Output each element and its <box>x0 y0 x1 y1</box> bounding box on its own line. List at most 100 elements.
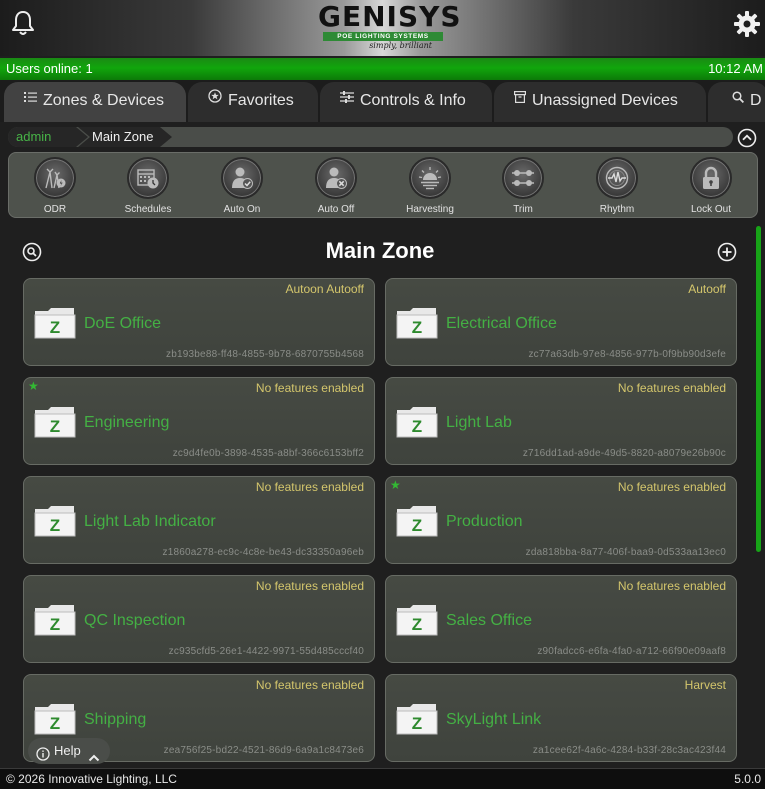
info-icon <box>36 744 50 770</box>
breadcrumb-root[interactable]: admin <box>8 127 88 147</box>
zone-features-text: No features enabled <box>255 480 364 494</box>
toolbar-label: Rhythm <box>599 204 635 215</box>
collapse-chevron-up-icon[interactable] <box>737 128 757 148</box>
tab-favorites[interactable]: Favorites <box>188 82 318 122</box>
zone-features-text: No features enabled <box>617 381 726 395</box>
zone-content: Main Zone Autoon Autooff Z DoE Office zb193… <box>0 222 765 767</box>
tab-search-devices[interactable]: D <box>708 82 765 122</box>
zone-id: z90fadcc6-e6fa-4fa0-a712-66f90e09aaf8 <box>537 646 726 657</box>
zone-name: DoE Office <box>84 315 162 332</box>
zone-features-text: No features enabled <box>255 579 364 593</box>
zone-features-text: No features enabled <box>255 381 364 395</box>
zone-folder-icon: Z <box>34 307 76 339</box>
zone-title: Main Zone <box>325 238 435 263</box>
copyright-text: © 2026 Innovative Lighting, LLC <box>6 772 177 786</box>
zone-folder-icon: Z <box>34 505 76 537</box>
zone-folder-icon: Z <box>396 703 438 735</box>
zone-card[interactable]: No features enabled Z Light Lab Indicator z… <box>23 476 375 564</box>
zone-card[interactable]: Autooff Z Electrical Office zc77a63db-97e8-… <box>385 278 737 366</box>
vertical-scrollbar[interactable] <box>756 226 761 552</box>
zone-id: z716dd1ad-a9de-49d5-8820-a8079e26b90c <box>522 448 726 459</box>
zone-name: Shipping <box>84 711 147 728</box>
help-button[interactable]: Help <box>28 738 110 764</box>
tab-label: D <box>750 92 762 109</box>
folder-letter: Z <box>412 714 422 733</box>
zone-card[interactable]: ★ No features enabled Z Production zda818bba… <box>385 476 737 564</box>
add-zone-plus-icon[interactable] <box>717 242 737 262</box>
settings-gear-icon[interactable] <box>733 10 761 38</box>
zone-folder-icon: Z <box>34 406 76 438</box>
zone-card[interactable]: No features enabled Z QC Inspection zc935cf… <box>23 575 375 663</box>
zone-features-text: No features enabled <box>617 480 726 494</box>
favorite-star-icon[interactable]: ★ <box>28 379 39 393</box>
star-circle-icon <box>208 82 222 118</box>
toolbar-trim-button[interactable]: Trim <box>478 155 568 217</box>
zone-id: zc9d4fe0b-3898-4535-a8bf-366c6153bff2 <box>172 448 364 459</box>
tab-label: Zones & Devices <box>43 92 164 109</box>
toolbar-label: Harvesting <box>406 204 454 215</box>
logo-tagline: simply, brilliant <box>369 41 432 50</box>
toolbar-auto-off-button[interactable]: Auto Off <box>291 155 381 217</box>
zone-id: zb193be88-ff48-4855-9b78-6870755b4568 <box>166 349 364 360</box>
breadcrumb-current[interactable]: Main Zone <box>78 127 172 147</box>
zone-card[interactable]: Autoon Autooff Z DoE Office zb193be88-ff48-… <box>23 278 375 366</box>
box-icon <box>514 82 527 118</box>
rhythm-icon <box>596 157 638 199</box>
folder-letter: Z <box>412 615 422 634</box>
zone-features-text: No features enabled <box>617 579 726 593</box>
odr-icon <box>34 157 76 199</box>
breadcrumb: admin Main Zone <box>8 127 733 147</box>
status-bar: Users online: 1 10:12 AM <box>0 58 765 80</box>
toolbar-label: Auto Off <box>317 204 355 215</box>
zone-id: zda818bba-8a77-406f-baa9-0d533aa13ec0 <box>525 547 726 558</box>
toolbar-odr-button[interactable]: ODR <box>10 155 100 217</box>
zone-card[interactable]: ★ No features enabled Z Engineering zc9d4fe0… <box>23 377 375 465</box>
favorite-star-icon[interactable]: ★ <box>390 478 401 492</box>
zone-features-text: Autooff <box>688 282 726 296</box>
folder-letter: Z <box>50 714 60 733</box>
zone-name: Light Lab <box>446 414 512 431</box>
tab-zones-devices[interactable]: Zones & Devices <box>4 82 186 122</box>
zone-id: zc935cfd5-26e1-4422-9971-55d485cccf40 <box>168 646 364 657</box>
toolbar-rhythm-button[interactable]: Rhythm <box>572 155 662 217</box>
zone-name: Sales Office <box>446 612 532 629</box>
folder-letter: Z <box>50 318 60 337</box>
sunrise-icon <box>409 157 451 199</box>
zone-name: Engineering <box>84 414 170 431</box>
zone-features-text: Autoon Autooff <box>285 282 364 296</box>
folder-letter: Z <box>50 417 60 436</box>
toolbar-harvesting-button[interactable]: Harvesting <box>385 155 475 217</box>
zone-folder-icon: Z <box>34 703 76 735</box>
tab-label: Favorites <box>228 92 294 109</box>
tab-controls-info[interactable]: Controls & Info <box>320 82 492 122</box>
users-online-text: Users online: 1 <box>6 61 93 76</box>
toolbar-label: ODR <box>43 204 67 215</box>
logo-wordmark: GENISYS <box>318 0 462 33</box>
tab-label: Unassigned Devices <box>532 92 678 109</box>
toolbar-lock-out-button[interactable]: Lock Out <box>666 155 756 217</box>
zone-features-text: No features enabled <box>255 678 364 692</box>
folder-letter: Z <box>50 516 60 535</box>
toolbar-schedules-button[interactable]: Schedules <box>103 155 193 217</box>
tab-unassigned-devices[interactable]: Unassigned Devices <box>494 82 706 122</box>
list-icon <box>24 82 37 118</box>
toolbar-auto-on-button[interactable]: Auto On <box>197 155 287 217</box>
folder-letter: Z <box>412 417 422 436</box>
zone-card[interactable]: Harvest Z SkyLight Link za1cee62f-4a6c-4284… <box>385 674 737 762</box>
zone-id: z1860a278-ec9c-4c8e-be43-dc33350a96eb <box>162 547 364 558</box>
toolbar-label: Schedules <box>124 204 172 215</box>
zone-features-text: Harvest <box>684 678 726 692</box>
zone-id: za1cee62f-4a6c-4284-b33f-28c3ac423f44 <box>532 745 726 756</box>
clock-text: 10:12 AM <box>708 61 763 76</box>
zone-card[interactable]: No features enabled Z Sales Office z90fadcc… <box>385 575 737 663</box>
help-label: Help <box>54 743 81 758</box>
zone-folder-icon: Z <box>34 604 76 636</box>
zone-folder-icon: Z <box>396 307 438 339</box>
tab-bar: Zones & Devices Favorites Controls & Inf… <box>0 80 765 122</box>
zone-folder-icon: Z <box>396 406 438 438</box>
zone-id: zea756f25-bd22-4521-86d9-6a9a1c8473e6 <box>163 745 364 756</box>
folder-letter: Z <box>50 615 60 634</box>
notifications-bell-icon[interactable] <box>8 8 38 38</box>
sliders-icon <box>340 82 354 118</box>
zone-card[interactable]: No features enabled Z Light Lab z716dd1ad-a… <box>385 377 737 465</box>
